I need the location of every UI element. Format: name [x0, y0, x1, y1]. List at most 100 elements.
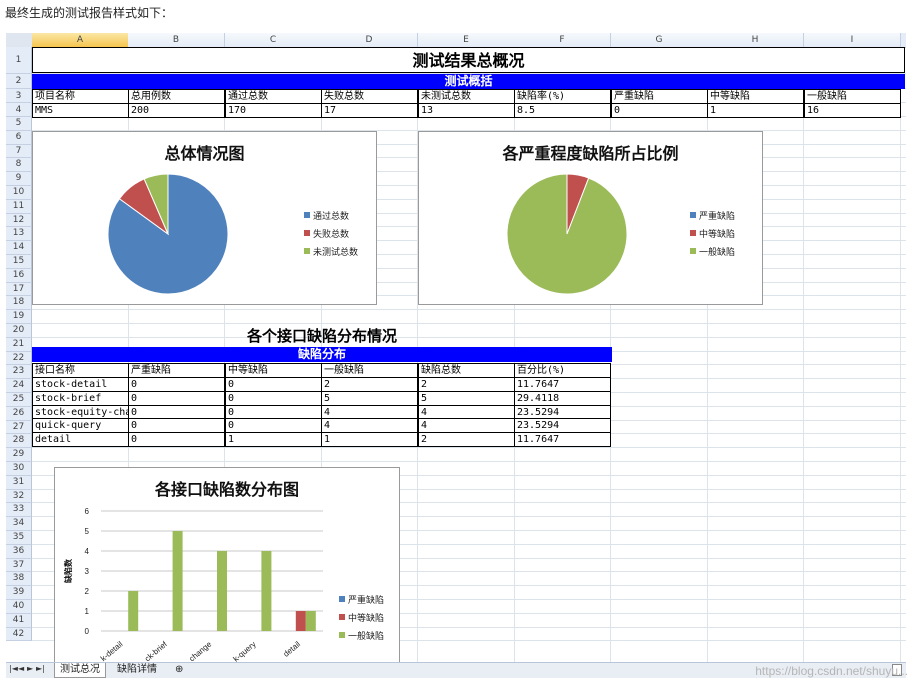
row-header[interactable]: 26	[6, 406, 32, 421]
legend-swatch	[304, 212, 310, 218]
legend-swatch	[690, 212, 696, 218]
column-header-e[interactable]: E	[418, 33, 515, 47]
row-header[interactable]: 36	[6, 544, 32, 559]
sheet-nav-button[interactable]: ►|	[36, 664, 45, 673]
row-header[interactable]: 34	[6, 517, 32, 531]
column-header-d[interactable]: D	[321, 33, 418, 47]
summary-header-cell: 通过总数	[225, 89, 322, 104]
severity-pie-chart[interactable]: 各严重程度缺陷所占比例 严重缺陷 中等缺陷 一般缺陷	[418, 131, 763, 305]
row-header[interactable]: 24	[6, 379, 32, 393]
legend-label: 通过总数	[313, 211, 350, 222]
row-header[interactable]: 14	[6, 241, 32, 255]
overall-pie-chart-legend: 通过总数 失败总数 未测试总数	[304, 206, 358, 260]
distribution-cell: 4	[321, 418, 418, 434]
row-header[interactable]: 7	[6, 144, 32, 159]
sheet-tab[interactable]: 测试总况	[54, 663, 106, 678]
gridline-h	[32, 323, 906, 324]
row-header[interactable]: 15	[6, 255, 32, 269]
distribution-cell: 0	[128, 377, 225, 392]
row-header[interactable]: 35	[6, 531, 32, 545]
legend-swatch	[690, 248, 696, 254]
column-header-a[interactable]: A	[32, 33, 129, 47]
legend-label: 中等缺陷	[699, 229, 736, 240]
overall-pie-chart[interactable]: 总体情况图 通过总数 失败总数 未测试总数	[32, 131, 377, 305]
row-header[interactable]: 2	[6, 74, 32, 89]
summary-value-cell: 0	[611, 103, 708, 118]
new-sheet-tab[interactable]: ⊕	[170, 663, 188, 677]
row-header[interactable]: 12	[6, 213, 32, 228]
summary-value-cell: 17	[321, 103, 418, 118]
legend-swatch	[339, 614, 345, 620]
bar	[172, 531, 183, 631]
summary-value-cell: 1	[707, 103, 804, 118]
row-header[interactable]: 8	[6, 158, 32, 173]
interface-bar-chart[interactable]: 各接口缺陷数分布图 0 1 2 3 4 5 6 缺陷数 k-detail ck-brief chang…	[54, 467, 400, 663]
column-header-g[interactable]: G	[611, 33, 708, 47]
row-header[interactable]: 13	[6, 227, 32, 242]
row-header[interactable]: 1	[6, 47, 32, 74]
row-header[interactable]: 33	[6, 503, 32, 518]
legend-item: 严重缺陷	[339, 590, 384, 608]
legend-item: 严重缺陷	[690, 206, 735, 224]
row-header[interactable]: 19	[6, 310, 32, 324]
sheet-nav-button[interactable]: ◄	[18, 664, 24, 673]
column-header-h[interactable]: H	[707, 33, 804, 47]
row-header[interactable]: 23	[6, 365, 32, 380]
column-header-c[interactable]: C	[225, 33, 322, 47]
summary-header-cell: 项目名称	[32, 89, 129, 104]
row-header[interactable]: 27	[6, 420, 32, 435]
row-header[interactable]: 37	[6, 558, 32, 573]
row-header[interactable]: 16	[6, 268, 32, 283]
distribution-cell: 0	[128, 432, 225, 448]
legend-item: 中等缺陷	[339, 608, 384, 626]
legend-label: 严重缺陷	[348, 595, 385, 606]
row-header[interactable]: 10	[6, 186, 32, 200]
column-header-f[interactable]: F	[514, 33, 611, 47]
sheet-tab[interactable]: 缺陷详情	[112, 663, 162, 677]
row-header[interactable]: 29	[6, 448, 32, 462]
distribution-cell: 2	[321, 377, 418, 392]
select-all-corner[interactable]	[6, 33, 33, 47]
sheet-nav-button[interactable]: |◄	[9, 664, 18, 673]
column-header-i[interactable]: I	[804, 33, 901, 47]
distribution-cell: 0	[128, 404, 225, 420]
row-header[interactable]: 9	[6, 172, 32, 186]
row-header[interactable]: 6	[6, 130, 32, 145]
row-header[interactable]: 20	[6, 324, 32, 338]
legend-label: 失败总数	[313, 229, 350, 240]
row-header[interactable]: 30	[6, 462, 32, 476]
row-header[interactable]: 3	[6, 89, 32, 103]
sheet-nav-button[interactable]: ►	[27, 664, 33, 673]
row-header[interactable]: 4	[6, 103, 32, 117]
row-header[interactable]: 17	[6, 282, 32, 297]
row-header[interactable]: 18	[6, 296, 32, 311]
row-header[interactable]: 5	[6, 117, 32, 131]
distribution-cell: 4	[418, 418, 515, 434]
row-header[interactable]: 28	[6, 434, 32, 449]
column-header-row: ABCDEFGHI	[6, 33, 906, 48]
distribution-cell: detail	[32, 432, 129, 448]
row-header[interactable]: 38	[6, 572, 32, 587]
row-header[interactable]: 40	[6, 600, 32, 614]
distribution-cell: 0	[128, 390, 225, 406]
gridline-v	[803, 47, 804, 663]
spreadsheet[interactable]: ABCDEFGHI 1 2 3 4 5 6 7 8 9 10 11 12 13 14 15 16 17 18 19 2…	[6, 33, 906, 663]
row-header[interactable]: 39	[6, 586, 32, 600]
row-header[interactable]: 22	[6, 351, 32, 366]
row-header[interactable]: 42	[6, 627, 32, 642]
legend-swatch	[339, 632, 345, 638]
row-header[interactable]: 21	[6, 337, 32, 352]
column-header-b[interactable]: B	[128, 33, 225, 47]
row-header[interactable]: 31	[6, 475, 32, 490]
row-header[interactable]: 41	[6, 613, 32, 628]
y-tick-label: 3	[85, 567, 90, 576]
legend-item: 一般缺陷	[339, 626, 384, 644]
distribution-cell: 11.7647	[514, 377, 611, 392]
row-header[interactable]: 11	[6, 199, 32, 214]
distribution-cell: 23.5294	[514, 404, 611, 420]
distribution-cell: 0	[225, 377, 322, 392]
y-axis-label: 缺陷数	[63, 558, 73, 584]
row-header[interactable]: 32	[6, 489, 32, 504]
row-header[interactable]: 25	[6, 393, 32, 407]
distribution-header-cell: 接口名称	[32, 363, 129, 378]
